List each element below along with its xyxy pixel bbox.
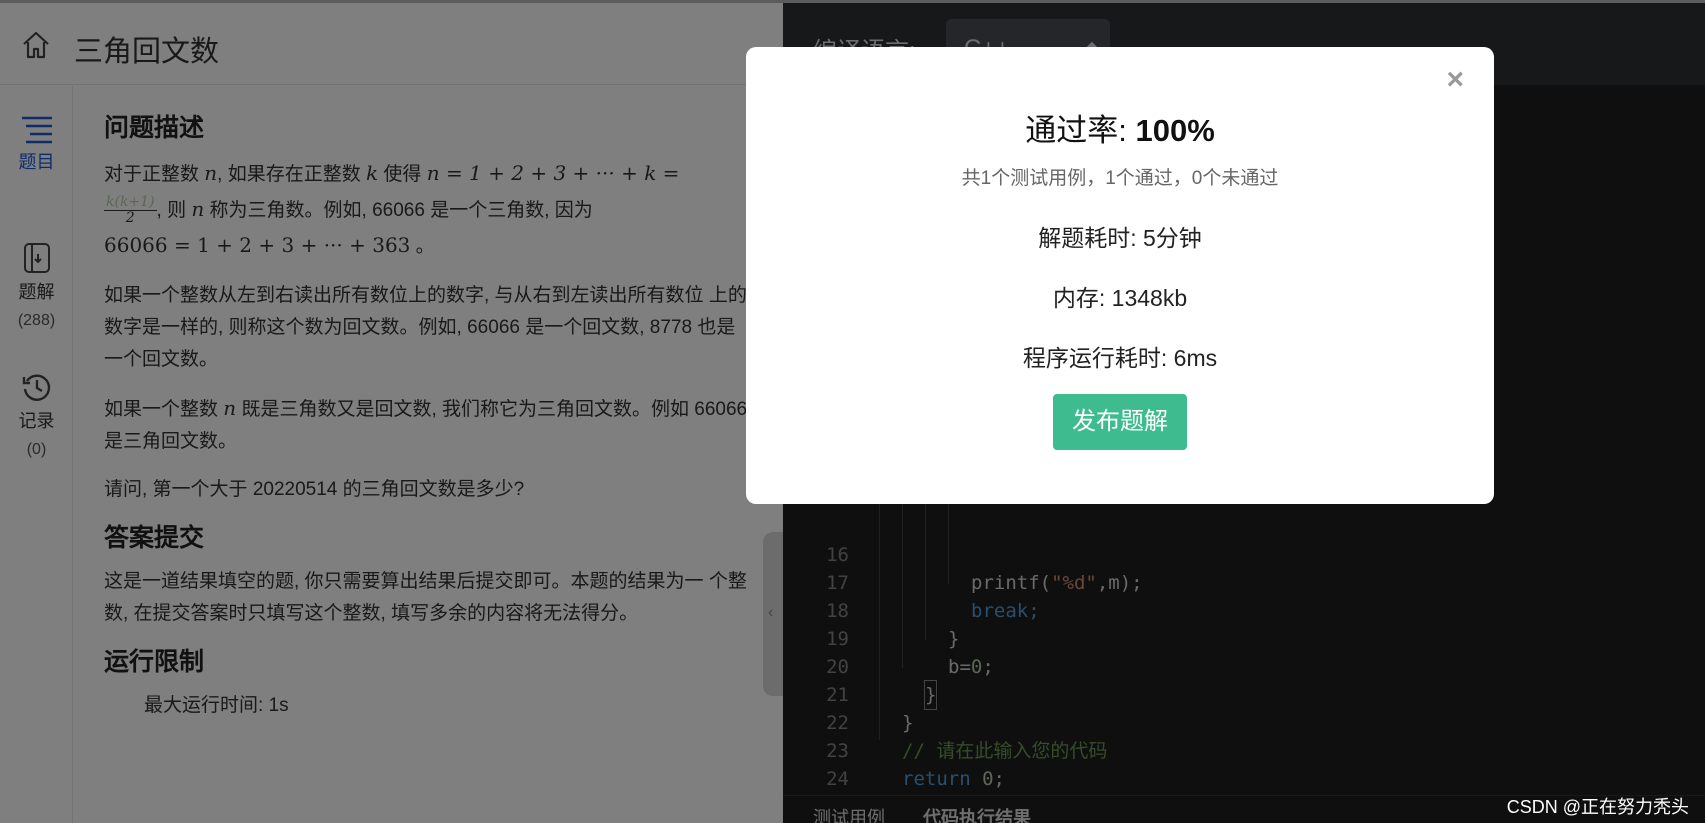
run-time: 程序运行耗时: 6ms (1022, 345, 1218, 371)
close-icon[interactable]: × (1446, 63, 1464, 97)
test-summary: 共1个测试用例，1个通过，0个未通过 (961, 168, 1279, 189)
publish-solution-button[interactable]: 发布题解 (1053, 394, 1187, 450)
result-modal: × 通过率: 100% 共1个测试用例，1个通过，0个未通过 解题耗时: 5分钟… (746, 47, 1494, 504)
pass-rate-value: 100% (1135, 113, 1215, 148)
solve-time: 解题耗时: 5分钟 (1038, 225, 1202, 251)
pass-rate-label: 通过率: (1025, 113, 1127, 148)
pass-rate: 通过率: 100% (746, 105, 1494, 150)
memory-usage: 内存: 1348kb (1052, 285, 1188, 311)
watermark: CSDN @正在努力秃头 (1506, 797, 1689, 817)
